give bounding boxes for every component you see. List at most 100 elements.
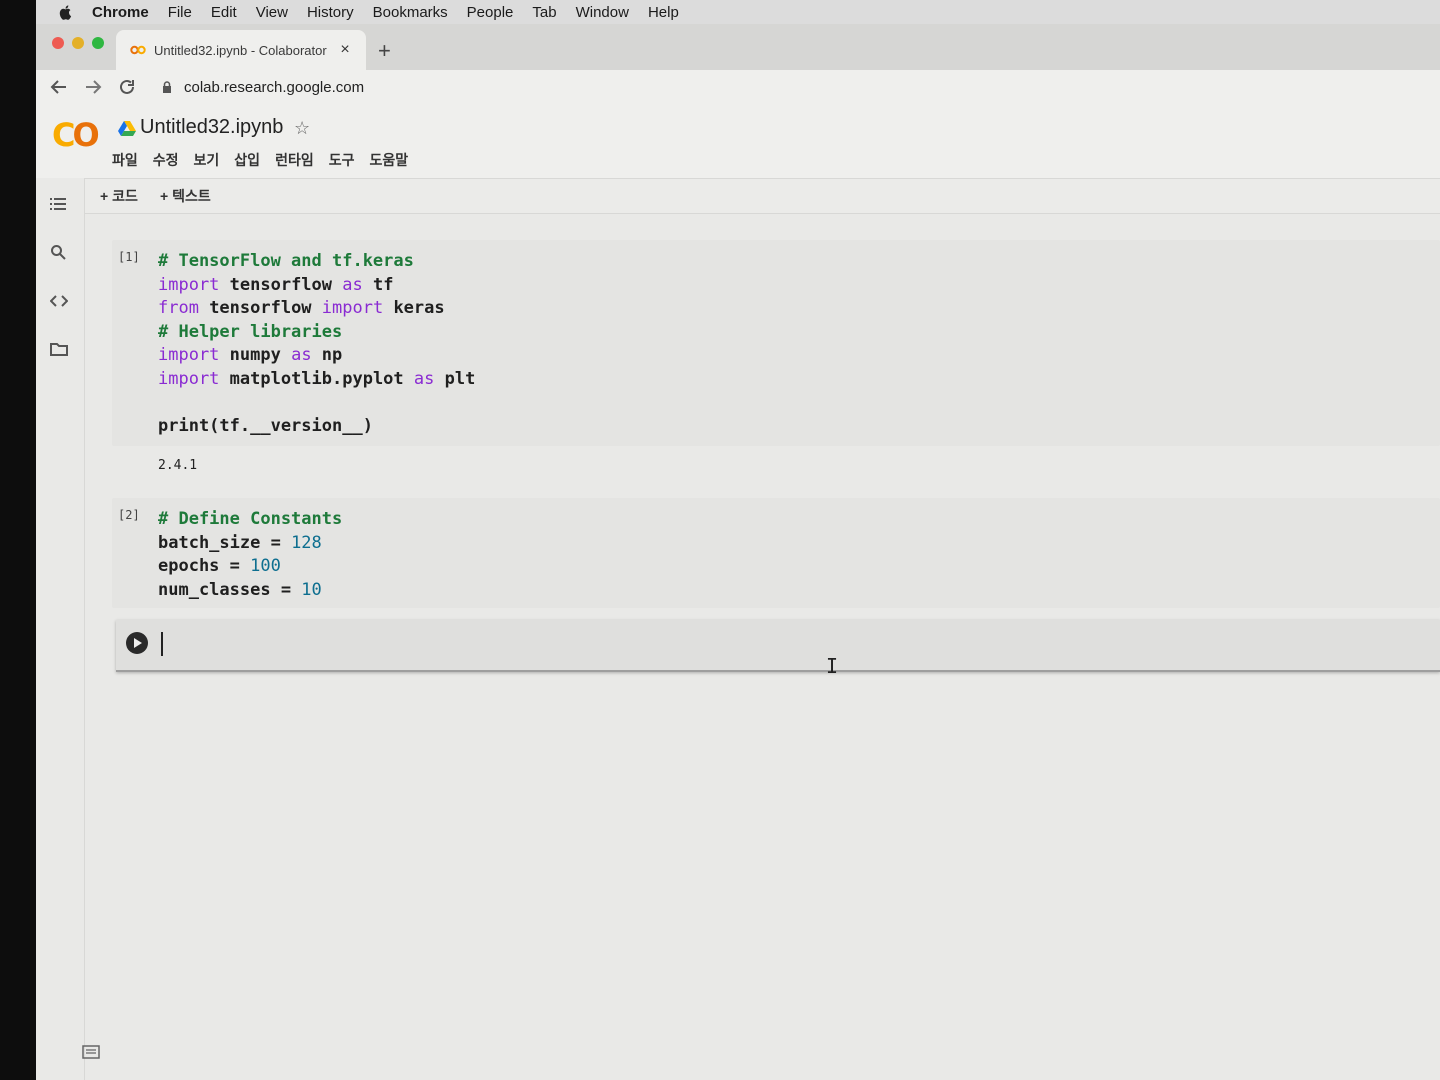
drive-icon <box>118 120 136 136</box>
code-token: epochs = <box>158 556 251 576</box>
code-token: as <box>342 274 363 295</box>
code-token: keras <box>383 298 445 318</box>
forward-icon[interactable] <box>84 78 102 96</box>
close-window-button[interactable] <box>52 37 64 49</box>
browser-tab[interactable]: Untitled32.ipynb - Colaborator × <box>116 30 366 70</box>
notebook-title[interactable]: Untitled32.ipynb <box>118 116 283 139</box>
code-token: import <box>158 345 220 365</box>
code-token: # Helper libraries <box>158 321 343 342</box>
execution-count: [1] <box>118 250 140 264</box>
code-token: tf <box>362 274 394 295</box>
code-token: plt <box>434 368 476 389</box>
left-sidebar <box>36 178 85 1080</box>
code-cell-1[interactable]: [1] # TensorFlow and tf.keras import tens… <box>112 240 1440 446</box>
tab-strip: Untitled32.ipynb - Colaborator × + <box>36 24 1440 70</box>
menu-file-ko[interactable]: 파일 <box>112 150 138 170</box>
code-token: 10 <box>301 579 322 600</box>
menu-help[interactable]: Help <box>648 4 679 21</box>
menu-edit-ko[interactable]: 수정 <box>153 150 179 170</box>
code-line: import numpy as np <box>158 344 475 368</box>
code-token: as <box>291 345 312 365</box>
colab-menu: 파일 수정 보기 삽입 런타임 도구 도움말 <box>112 150 423 170</box>
code-token: as <box>413 368 435 389</box>
code-token: batch_size = <box>158 532 292 553</box>
code-editor[interactable]: # Define Constants batch_size = 128 epochs… <box>158 508 342 602</box>
code-token: # Define Constants <box>158 509 343 529</box>
colab-logo[interactable]: CO <box>52 116 100 154</box>
code-token: tensorflow <box>219 274 343 295</box>
screen: Chrome File Edit View History Bookmarks … <box>36 0 1440 1080</box>
execution-count: [2] <box>118 508 140 522</box>
menu-tools-ko[interactable]: 도구 <box>329 150 355 170</box>
menu-bookmarks[interactable]: Bookmarks <box>373 4 448 21</box>
colab-favicon-icon <box>130 45 146 55</box>
menu-view[interactable]: View <box>256 4 288 21</box>
code-token: 128 <box>291 532 322 553</box>
menu-chrome[interactable]: Chrome <box>92 4 149 21</box>
tab-close-icon[interactable]: × <box>334 41 356 59</box>
menu-window[interactable]: Window <box>576 4 629 21</box>
menu-edit[interactable]: Edit <box>211 4 237 21</box>
menu-runtime-ko[interactable]: 런타임 <box>275 150 314 170</box>
reload-icon[interactable] <box>118 78 136 96</box>
star-icon[interactable]: ☆ <box>294 118 310 139</box>
code-token: numpy <box>219 345 292 365</box>
add-code-button[interactable]: + 코드 <box>100 186 138 206</box>
menu-tab[interactable]: Tab <box>532 4 556 21</box>
cell-output: 2.4.1 <box>158 458 198 473</box>
files-icon[interactable] <box>50 342 68 356</box>
search-icon[interactable] <box>50 244 66 260</box>
minimize-window-button[interactable] <box>72 37 84 49</box>
new-tab-button[interactable]: + <box>378 38 391 64</box>
maximize-window-button[interactable] <box>92 37 104 49</box>
code-token: import <box>158 274 220 295</box>
notebook-toolbar: + 코드 + 텍스트 <box>84 178 1440 214</box>
code-line: # TensorFlow and tf.keras <box>158 250 475 274</box>
active-empty-code-cell[interactable] <box>116 620 1440 672</box>
code-token: num_classes = <box>158 579 302 600</box>
code-token: np <box>311 345 343 365</box>
menu-people[interactable]: People <box>467 4 514 21</box>
code-cell-2[interactable]: [2] # Define Constants batch_size = 128 ep… <box>112 498 1440 608</box>
code-token: print(tf.__version__) <box>158 415 373 436</box>
address-bar: colab.research.google.com <box>36 70 1440 107</box>
lock-icon[interactable] <box>162 81 172 94</box>
notebook: [1] # TensorFlow and tf.keras import tens… <box>96 214 1440 1080</box>
text-cursor <box>161 632 163 656</box>
code-line: import matplotlib.pyplot as plt <box>158 368 475 392</box>
code-line: # Define Constants <box>158 508 342 532</box>
mouse-ibeam-cursor: I <box>826 654 839 678</box>
colab-header: CO Untitled32.ipynb ☆ 파일 수정 보기 삽입 런타임 도구… <box>36 106 1440 178</box>
code-line: epochs = 100 <box>158 555 342 579</box>
code-line: from tensorflow import keras <box>158 297 475 321</box>
table-of-contents-icon[interactable] <box>50 196 68 212</box>
menu-history[interactable]: History <box>307 4 354 21</box>
code-line: # Helper libraries <box>158 321 475 345</box>
code-line: import tensorflow as tf <box>158 274 475 298</box>
run-cell-button[interactable] <box>126 632 148 654</box>
add-text-button[interactable]: + 텍스트 <box>160 186 211 206</box>
url-field[interactable]: colab.research.google.com <box>184 79 364 96</box>
code-snippets-icon[interactable] <box>50 294 68 308</box>
back-icon[interactable] <box>50 78 68 96</box>
code-token: 100 <box>250 556 281 576</box>
code-token: from <box>158 298 199 318</box>
code-token: matplotlib.pyplot <box>219 368 414 389</box>
code-line: print(tf.__version__) <box>158 415 475 439</box>
notebook-title-text[interactable]: Untitled32.ipynb <box>140 116 283 139</box>
menu-help-ko[interactable]: 도움말 <box>369 150 408 170</box>
code-editor[interactable]: # TensorFlow and tf.keras import tensorfl… <box>158 250 475 438</box>
tab-title: Untitled32.ipynb - Colaborator <box>154 42 327 58</box>
code-token: tensorflow <box>198 298 322 318</box>
terminal-icon[interactable] <box>82 1045 100 1059</box>
mac-menu-bar: Chrome File Edit View History Bookmarks … <box>36 0 1440 24</box>
code-token: import <box>158 368 220 389</box>
code-line: batch_size = 128 <box>158 532 342 556</box>
menu-insert-ko[interactable]: 삽입 <box>234 150 260 170</box>
menu-view-ko[interactable]: 보기 <box>194 150 220 170</box>
apple-icon[interactable] <box>58 4 74 20</box>
code-token: import <box>321 298 384 318</box>
menu-file[interactable]: File <box>168 4 192 21</box>
code-line: num_classes = 10 <box>158 579 342 603</box>
